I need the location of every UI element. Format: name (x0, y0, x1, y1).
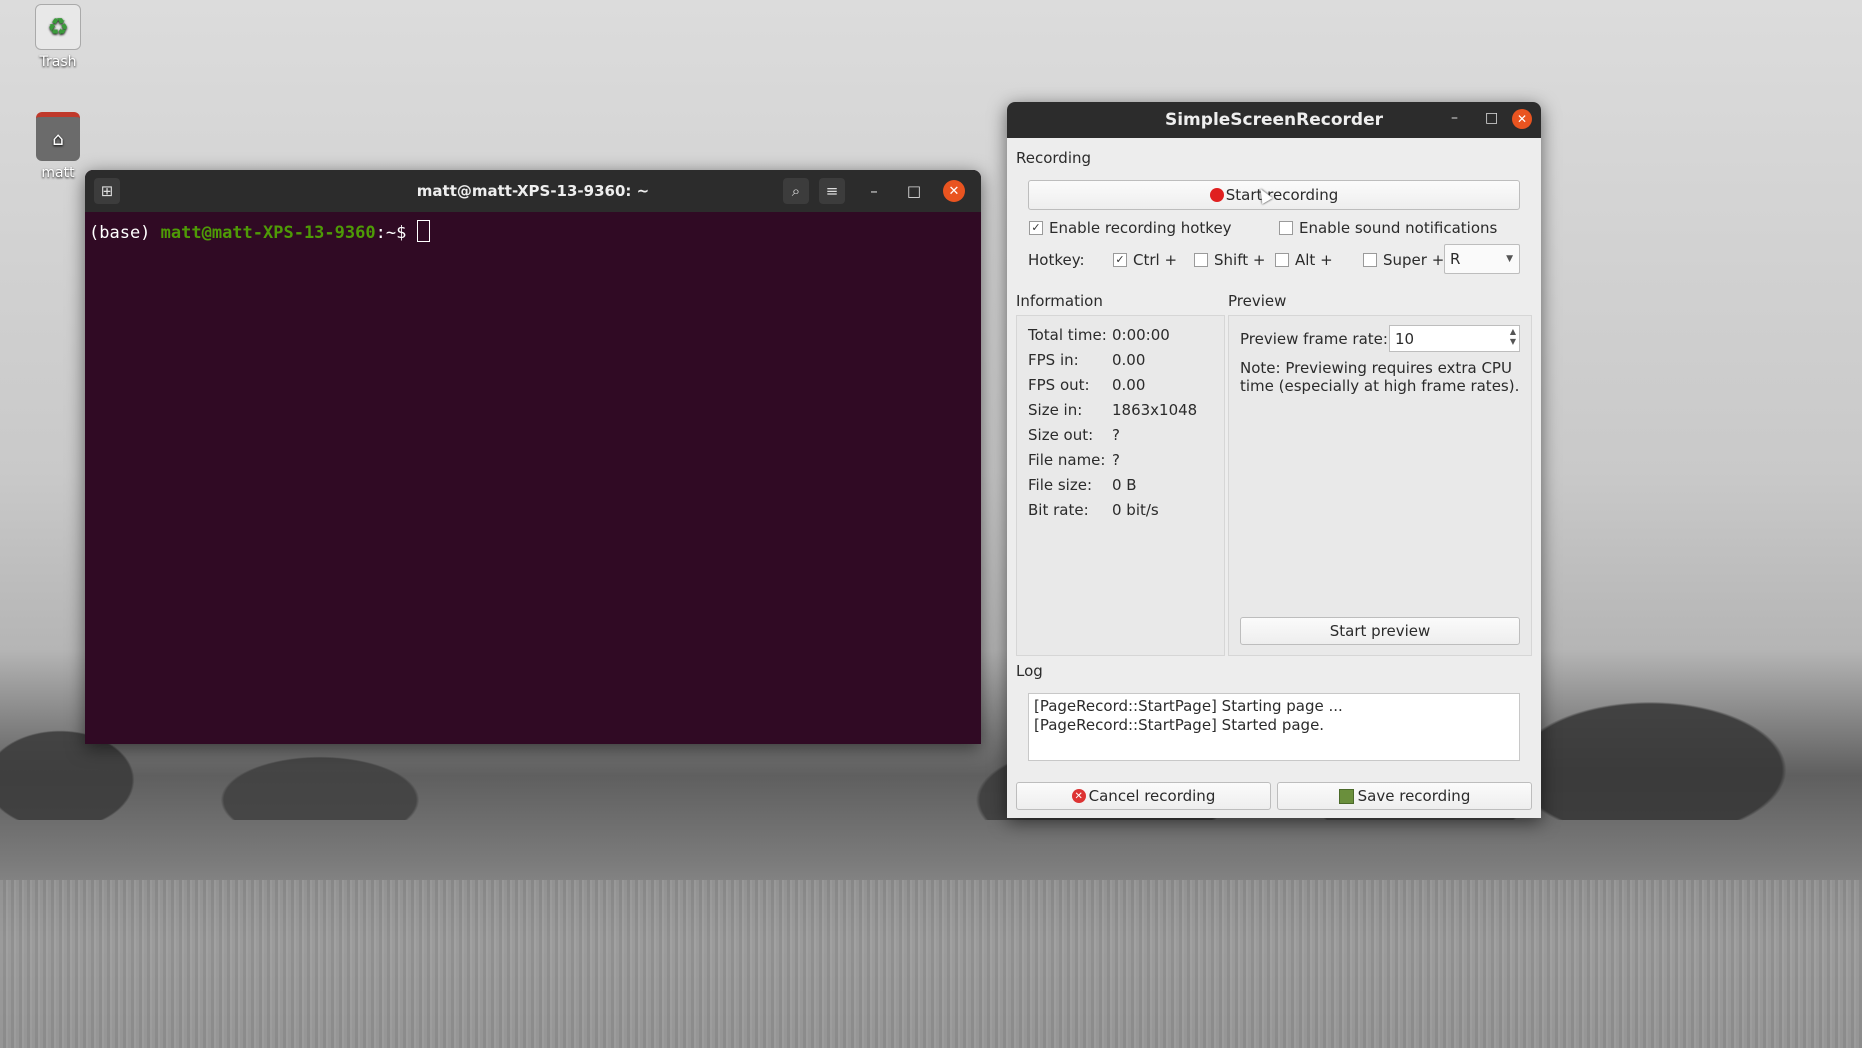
preview-frame-rate-text: Preview frame rate: (1240, 330, 1388, 348)
enable-sound-checkbox[interactable]: Enable sound notifications (1279, 219, 1497, 237)
maximize-icon[interactable]: □ (1485, 110, 1498, 126)
ssr-window[interactable]: SimpleScreenRecorder – □ ✕ Recording Sta… (1007, 102, 1541, 818)
search-icon[interactable]: ⌕ (783, 178, 809, 204)
info-value: 1863x1048 (1112, 401, 1198, 419)
close-icon[interactable]: ✕ (1512, 109, 1532, 129)
start-preview-button[interactable]: Start preview (1240, 617, 1520, 645)
info-key: Bit rate: (1028, 501, 1089, 519)
terminal-titlebar[interactable]: ⊞ matt@matt-XPS-13-9360: ~ ⌕ ≡ – □ ✕ (85, 170, 981, 212)
prompt-path: :~$ (375, 223, 417, 243)
ssr-titlebar[interactable]: SimpleScreenRecorder – □ ✕ (1007, 102, 1541, 138)
preview-frame-rate-label: Preview frame rate: (1240, 330, 1388, 348)
info-value: 0 bit/s (1112, 501, 1159, 519)
info-value: 0.00 (1112, 376, 1146, 394)
save-recording-label: Save recording (1357, 787, 1471, 805)
home-folder-icon: ⌂ (36, 112, 80, 161)
shift-label: Shift + (1214, 251, 1266, 269)
desktop-icon-trash[interactable]: ♻ Trash (18, 4, 98, 70)
wallpaper-field (0, 880, 1862, 1048)
minimize-icon[interactable]: – (1451, 110, 1458, 126)
ctrl-label: Ctrl + (1133, 251, 1178, 269)
ssr-title: SimpleScreenRecorder (1164, 110, 1384, 130)
ctrl-checkbox[interactable]: ✓ Ctrl + (1113, 251, 1177, 269)
checkbox-checked-icon: ✓ (1113, 253, 1127, 267)
cancel-recording-button[interactable]: ✕ Cancel recording (1016, 782, 1271, 810)
save-icon (1338, 788, 1354, 804)
terminal-window[interactable]: ⊞ matt@matt-XPS-13-9360: ~ ⌕ ≡ – □ ✕ (ba… (85, 170, 981, 744)
record-icon (1209, 188, 1224, 202)
log-line: [PageRecord::StartPage] Started page. (1034, 716, 1325, 734)
info-value: 0:00:00 (1112, 326, 1170, 344)
information-group-title: Information (1016, 292, 1103, 310)
text-cursor (416, 220, 430, 242)
info-file-name: File name:? (1028, 451, 1120, 469)
checkbox-unchecked-icon (1279, 221, 1293, 235)
cancel-recording-label: Cancel recording (1088, 787, 1216, 805)
cancel-icon: ✕ (1071, 789, 1086, 803)
start-recording-button[interactable]: Start recording (1028, 180, 1520, 210)
prompt-env: (base) (89, 223, 161, 243)
menu-icon[interactable]: ≡ (819, 178, 845, 204)
trash-icon: ♻ (35, 4, 81, 50)
hotkey-key-value: R (1450, 250, 1461, 268)
alt-label: Alt + (1295, 251, 1333, 269)
info-key: Size in: (1028, 401, 1083, 419)
checkbox-unchecked-icon (1194, 253, 1208, 267)
minimize-icon[interactable]: – (861, 178, 887, 204)
info-fps-out: FPS out: 0.00 (1028, 376, 1145, 394)
recording-group-title: Recording (1016, 149, 1092, 167)
terminal-output[interactable]: (base) matt@matt-XPS-13-9360:~$ (85, 212, 981, 251)
info-key: Total time: (1028, 326, 1107, 344)
info-total-time: Total time: 0:00:00 (1028, 326, 1170, 344)
enable-hotkey-checkbox[interactable]: ✓ Enable recording hotkey (1029, 219, 1232, 237)
close-icon[interactable]: ✕ (943, 180, 965, 202)
alt-checkbox[interactable]: Alt + (1275, 251, 1333, 269)
maximize-icon[interactable]: □ (901, 178, 927, 204)
preview-frame-rate-spinbox[interactable]: 10 ▲ ▼ (1389, 325, 1520, 352)
preview-group-title: Preview (1228, 292, 1287, 310)
info-file-size: File size: 0 B (1028, 476, 1137, 494)
desktop-icon-label: Trash (39, 54, 77, 70)
checkbox-checked-icon: ✓ (1029, 221, 1043, 235)
enable-hotkey-label: Enable recording hotkey (1049, 219, 1232, 237)
info-value: ? (1112, 426, 1120, 444)
info-value: 0.00 (1112, 351, 1146, 369)
hotkey-key-select[interactable]: R ▼ (1444, 244, 1520, 274)
chevron-down-icon: ▼ (1506, 254, 1513, 264)
info-key: FPS in: (1028, 351, 1079, 369)
info-key: FPS out: (1028, 376, 1090, 394)
info-value: ? (1112, 451, 1120, 469)
terminal-title: matt@matt-XPS-13-9360: ~ (416, 182, 650, 200)
preview-note: Note: Previewing requires extra CPU time… (1240, 359, 1520, 395)
info-size-in: Size in: 1863x1048 (1028, 401, 1197, 419)
spin-arrows-icon[interactable]: ▲ ▼ (1510, 327, 1516, 347)
save-recording-button[interactable]: Save recording (1277, 782, 1532, 810)
preview-frame-rate-value: 10 (1395, 329, 1415, 348)
start-preview-label: Start preview (1329, 622, 1431, 640)
info-size-out: Size out:? (1028, 426, 1120, 444)
hotkey-label-text: Hotkey: (1028, 251, 1085, 269)
log-output[interactable]: [PageRecord::StartPage] Starting page ..… (1028, 693, 1520, 761)
prompt-user-host: matt@matt-XPS-13-9360 (160, 223, 376, 243)
info-key: File size: (1028, 476, 1093, 494)
checkbox-unchecked-icon (1275, 253, 1289, 267)
info-key: File name: (1028, 451, 1106, 469)
super-label: Super + (1383, 251, 1445, 269)
info-bit-rate: Bit rate: 0 bit/s (1028, 501, 1159, 519)
info-key: Size out: (1028, 426, 1094, 444)
hotkey-label: Hotkey: (1028, 251, 1085, 269)
info-value: 0 B (1112, 476, 1137, 494)
log-group-title: Log (1016, 662, 1043, 680)
info-fps-in: FPS in: 0.00 (1028, 351, 1145, 369)
start-recording-label: Start recording (1225, 186, 1339, 204)
checkbox-unchecked-icon (1363, 253, 1377, 267)
super-checkbox[interactable]: Super + (1363, 251, 1444, 269)
log-line: [PageRecord::StartPage] Starting page ..… (1034, 697, 1343, 715)
shift-checkbox[interactable]: Shift + (1194, 251, 1265, 269)
enable-sound-label: Enable sound notifications (1299, 219, 1498, 237)
